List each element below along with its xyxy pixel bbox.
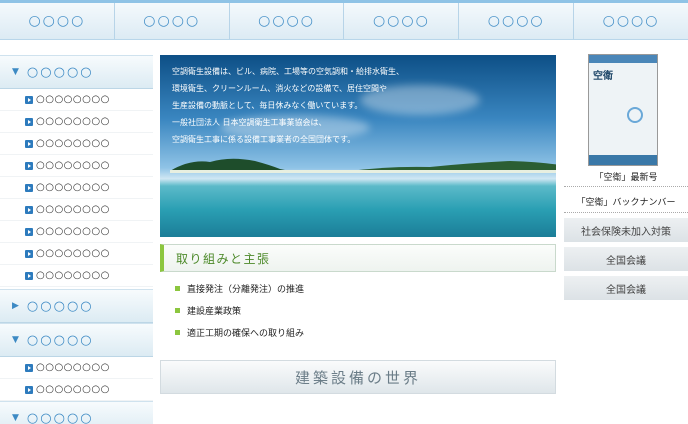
cover-bottom-band	[589, 155, 657, 165]
arrow-bullet-icon	[25, 183, 33, 192]
magazine-title: 空衛	[593, 71, 613, 82]
menu-item[interactable]: ○○○○○○○○	[0, 265, 153, 287]
magazine-cover[interactable]: 空衛	[588, 54, 658, 166]
menu-section-header[interactable]: ▼ ○○○○○	[0, 401, 153, 424]
chevron-right-icon: ▶	[12, 301, 21, 311]
menu-item-label: ○○○○○○○○	[36, 94, 110, 105]
top-nav-item[interactable]: ○○○○	[230, 3, 345, 39]
cover-top-band	[589, 55, 657, 63]
menu-item-label: ○○○○○○○○	[36, 160, 110, 171]
menu-item-label: ○○○○○○○○	[36, 270, 110, 281]
menu-item-label: ○○○○○○○○	[36, 138, 110, 149]
menu-item[interactable]: ○○○○○○○○	[0, 357, 153, 379]
top-nav-item[interactable]: ○○○○	[0, 3, 115, 39]
menu-item[interactable]: ○○○○○○○○	[0, 133, 153, 155]
arrow-bullet-icon	[25, 249, 33, 258]
policy-link[interactable]: 建設産業政策	[175, 299, 304, 321]
menu-item[interactable]: ○○○○○○○○	[0, 89, 153, 111]
hero-image: 空調衛生設備は、ビル、病院、工場等の空気調和・給排水衛生、 環境衛生、クリーンル…	[160, 55, 556, 237]
arrow-bullet-icon	[25, 95, 33, 104]
policy-link-label: 直接発注（分離発注）の推進	[187, 284, 305, 295]
island-silhouette	[170, 158, 556, 173]
top-nav-item[interactable]: ○○○○	[115, 3, 230, 39]
chevron-down-icon: ▼	[12, 335, 21, 345]
divider	[564, 212, 688, 213]
arrow-bullet-icon	[25, 227, 33, 236]
menu-item-label: ○○○○○○○○	[36, 204, 110, 215]
menu-section-label: ○○○○○	[26, 410, 94, 424]
menu-section-header[interactable]: ▶ ○○○○○	[0, 289, 153, 323]
arrow-bullet-icon	[25, 271, 33, 280]
menu-item-label: ○○○○○○○○	[36, 362, 110, 373]
arrow-bullet-icon	[25, 205, 33, 214]
menu-item-label: ○○○○○○○○	[36, 116, 110, 127]
hero-line: 空調衛生設備は、ビル、病院、工場等の空気調和・給排水衛生、	[172, 67, 404, 76]
section-title: 取り組みと主張	[160, 244, 556, 272]
policy-link-label: 適正工期の確保への取り組み	[187, 328, 305, 339]
menu-item[interactable]: ○○○○○○○○	[0, 243, 153, 265]
social-insurance-button[interactable]: 社会保険未加入対策	[564, 218, 688, 242]
menu-item[interactable]: ○○○○○○○○	[0, 155, 153, 177]
top-nav-item[interactable]: ○○○○	[344, 3, 460, 39]
hero-line: 一般社団法人 日本空調衛生工事業協会は、	[172, 118, 327, 127]
hero-line: 生産設備の動脈として、毎日休みなく働いています。	[172, 101, 363, 110]
top-nav: ○○○○ ○○○○ ○○○○ ○○○○ ○○○○ ○○○○	[0, 0, 688, 40]
menu-item[interactable]: ○○○○○○○○	[0, 177, 153, 199]
arrow-bullet-icon	[25, 161, 33, 170]
left-menu: ▼ ○○○○○ ○○○○○○○○ ○○○○○○○○ ○○○○○○○○ ○○○○○…	[0, 55, 153, 424]
menu-section-label: ○○○○○	[26, 64, 94, 80]
green-square-icon	[175, 329, 180, 335]
menu-section-label: ○○○○○	[26, 298, 94, 314]
chevron-down-icon: ▼	[12, 67, 21, 77]
menu-item[interactable]: ○○○○○○○○	[0, 199, 153, 221]
policy-links: 直接発注（分離発注）の推進 建設産業政策 適正工期の確保への取り組み	[175, 277, 304, 343]
latest-issue-link[interactable]: 「空衛」最新号	[564, 170, 688, 183]
national-meeting-button[interactable]: 全国会議	[564, 247, 688, 271]
hero-text: 空調衛生設備は、ビル、病院、工場等の空気調和・給排水衛生、 環境衛生、クリーンル…	[172, 63, 404, 148]
menu-section-header[interactable]: ▼ ○○○○○	[0, 55, 153, 89]
policy-link-label: 建設産業政策	[187, 306, 242, 317]
national-meeting-button[interactable]: 全国会議	[564, 276, 688, 300]
top-nav-item[interactable]: ○○○○	[459, 3, 575, 39]
policy-link[interactable]: 適正工期の確保への取り組み	[175, 321, 304, 343]
hero-line: 環境衛生、クリーンルーム、消火などの設備で、居住空間や	[172, 84, 388, 93]
menu-section-label: ○○○○○	[26, 332, 94, 348]
world-of-building-equipment-banner[interactable]: 建築設備の世界	[160, 360, 556, 394]
menu-item-label: ○○○○○○○○	[36, 182, 110, 193]
arrow-bullet-icon	[25, 117, 33, 126]
menu-item-label: ○○○○○○○○	[36, 248, 110, 259]
menu-item-label: ○○○○○○○○	[36, 226, 110, 237]
menu-item-label: ○○○○○○○○	[36, 384, 110, 395]
top-nav-item[interactable]: ○○○○	[574, 3, 688, 39]
arrow-bullet-icon	[25, 385, 33, 394]
arrow-bullet-icon	[25, 363, 33, 372]
menu-item[interactable]: ○○○○○○○○	[0, 379, 153, 401]
green-square-icon	[175, 307, 180, 313]
green-square-icon	[175, 285, 180, 291]
arrow-bullet-icon	[25, 139, 33, 148]
cover-emblem	[627, 107, 643, 123]
policy-link[interactable]: 直接発注（分離発注）の推進	[175, 277, 304, 299]
back-number-link[interactable]: 「空衛」バックナンバー	[564, 195, 688, 208]
menu-section-header[interactable]: ▼ ○○○○○	[0, 323, 153, 357]
menu-item[interactable]: ○○○○○○○○	[0, 111, 153, 133]
menu-item[interactable]: ○○○○○○○○	[0, 221, 153, 243]
hero-line: 空調衛生工事に係る設備工事業者の全国団体です。	[172, 135, 356, 144]
chevron-down-icon: ▼	[12, 413, 21, 423]
divider	[564, 186, 688, 187]
